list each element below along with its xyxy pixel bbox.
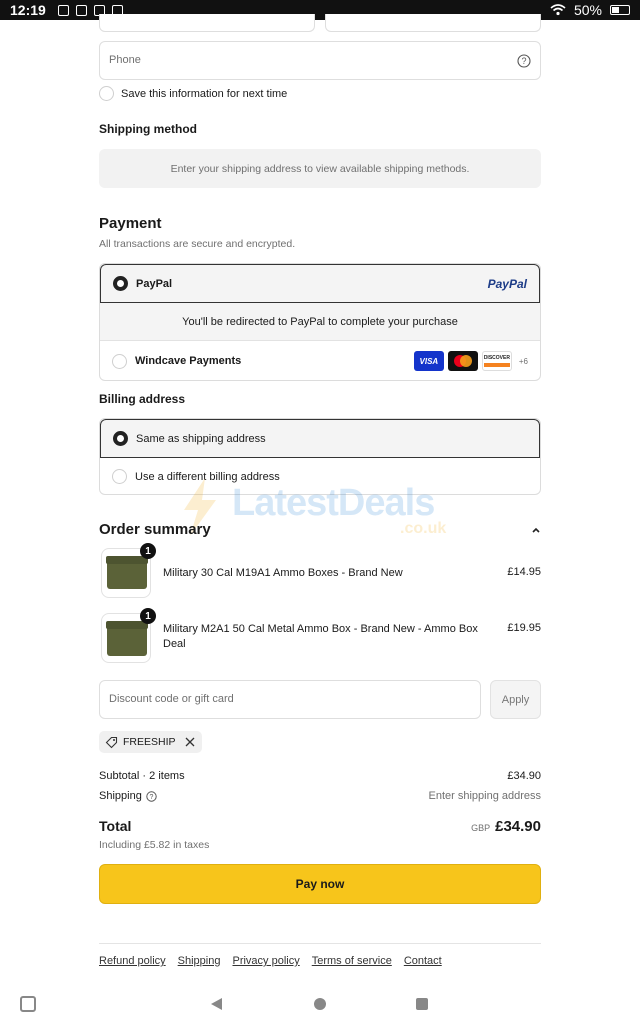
recent-apps-icon[interactable] xyxy=(416,998,428,1010)
home-screen-icon[interactable] xyxy=(20,996,36,1012)
order-summary-heading: Order summary xyxy=(99,521,211,538)
footer-divider xyxy=(99,943,541,944)
info-icon[interactable]: ? xyxy=(146,790,157,802)
billing-options: Same as shipping address Use a different… xyxy=(99,418,541,495)
windcave-label: Windcave Payments xyxy=(135,355,242,367)
paypal-redirect-note: You'll be redirected to PayPal to comple… xyxy=(182,315,458,328)
system-nav-bar xyxy=(0,990,640,1024)
battery-level: 50% xyxy=(573,2,602,18)
windcave-radio[interactable] xyxy=(112,353,127,369)
billing-option-different[interactable]: Use a different billing address xyxy=(100,458,540,494)
help-icon[interactable]: ? xyxy=(517,54,531,68)
shipping-method-message: Enter your shipping address to view avai… xyxy=(170,162,470,175)
svg-text:?: ? xyxy=(521,56,526,66)
mastercard-icon xyxy=(447,351,478,371)
shipping-value: Enter shipping address xyxy=(428,790,541,802)
quantity-badge: 1 xyxy=(140,608,156,624)
total-value: £34.90 xyxy=(495,818,541,835)
paypal-radio[interactable] xyxy=(113,276,128,291)
save-info-option[interactable]: Save this information for next time xyxy=(99,86,287,101)
subtotal-value: £34.90 xyxy=(507,770,541,782)
quantity-badge: 1 xyxy=(140,543,156,559)
total-label: Total xyxy=(99,818,132,834)
privacy-policy-link[interactable]: Privacy policy xyxy=(232,955,299,967)
chevron-up-icon[interactable] xyxy=(531,526,541,534)
total-amount: GBP £34.90 xyxy=(471,818,541,835)
battery-icon xyxy=(610,5,630,15)
discount-placeholder: Discount code or gift card xyxy=(109,693,234,705)
billing-heading: Billing address xyxy=(99,392,186,406)
footer-links: Refund policy Shipping Privacy policy Te… xyxy=(99,955,442,967)
billing-different-radio[interactable] xyxy=(112,469,127,484)
home-icon[interactable] xyxy=(314,998,326,1010)
back-icon[interactable] xyxy=(211,998,222,1010)
gallery-icon xyxy=(57,4,69,16)
refund-policy-link[interactable]: Refund policy xyxy=(99,955,166,967)
more-cards-count: +6 xyxy=(518,356,528,366)
billing-option-same[interactable]: Same as shipping address xyxy=(100,419,540,458)
status-bar: 12:19 50% xyxy=(0,0,640,20)
phone-field[interactable]: Phone ? xyxy=(99,41,541,80)
payment-option-windcave[interactable]: Windcave Payments VISA DISCOVER +6 xyxy=(100,341,540,380)
payment-heading: Payment xyxy=(99,215,162,232)
subtotal-label: Subtotal · 2 items xyxy=(99,770,185,782)
discover-icon: DISCOVER xyxy=(481,351,512,371)
tag-icon xyxy=(105,736,118,748)
billing-different-label: Use a different billing address xyxy=(135,470,280,483)
svg-text:?: ? xyxy=(149,794,153,801)
shipping-label: Shipping xyxy=(99,790,142,802)
item-price: £19.95 xyxy=(507,622,541,634)
book-icon xyxy=(75,4,87,16)
apply-button[interactable]: Apply xyxy=(490,680,541,719)
item-name: Military 30 Cal M19A1 Ammo Boxes - Brand… xyxy=(163,567,403,579)
phone-placeholder: Phone xyxy=(109,54,141,66)
shipping-row: Shipping ? xyxy=(99,790,157,802)
applied-discount-code: FREESHIP xyxy=(123,736,176,748)
item-price: £14.95 xyxy=(507,566,541,578)
shipping-link[interactable]: Shipping xyxy=(178,955,221,967)
contact-link[interactable]: Contact xyxy=(404,955,442,967)
payment-option-paypal[interactable]: PayPal PayPal xyxy=(100,264,540,303)
tax-note: Including £5.82 in taxes xyxy=(99,839,210,851)
watermark-domain: .co.uk xyxy=(400,520,447,537)
address-field-partial[interactable] xyxy=(99,14,315,32)
payment-subtitle: All transactions are secure and encrypte… xyxy=(99,238,296,250)
save-info-checkbox[interactable] xyxy=(99,86,114,101)
shipping-method-heading: Shipping method xyxy=(99,122,197,136)
billing-same-label: Same as shipping address xyxy=(136,432,266,445)
wifi-icon xyxy=(550,4,566,16)
payment-options: PayPal PayPal You'll be redirected to Pa… xyxy=(99,263,541,381)
terms-of-service-link[interactable]: Terms of service xyxy=(312,955,392,967)
paypal-redirect-panel: You'll be redirected to PayPal to comple… xyxy=(100,303,540,341)
shipping-method-notice: Enter your shipping address to view avai… xyxy=(99,149,541,188)
product-thumbnail: 1 xyxy=(101,608,156,663)
billing-same-radio[interactable] xyxy=(113,431,128,446)
save-info-label: Save this information for next time xyxy=(121,87,288,100)
product-thumbnail: 1 xyxy=(101,543,156,598)
applied-discount-tag: FREESHIP xyxy=(99,731,202,753)
paypal-label: PayPal xyxy=(136,277,173,290)
visa-icon: VISA xyxy=(413,351,444,371)
pay-now-button[interactable]: Pay now xyxy=(99,864,541,904)
postcode-field-partial[interactable] xyxy=(325,14,541,32)
status-time: 12:19 xyxy=(10,2,46,18)
discount-code-input[interactable]: Discount code or gift card xyxy=(99,680,481,719)
item-name: Military M2A1 50 Cal Metal Ammo Box - Br… xyxy=(163,623,478,650)
currency-code: GBP xyxy=(471,823,491,833)
paypal-logo: PayPal xyxy=(487,276,527,291)
remove-discount-icon[interactable] xyxy=(184,736,196,748)
